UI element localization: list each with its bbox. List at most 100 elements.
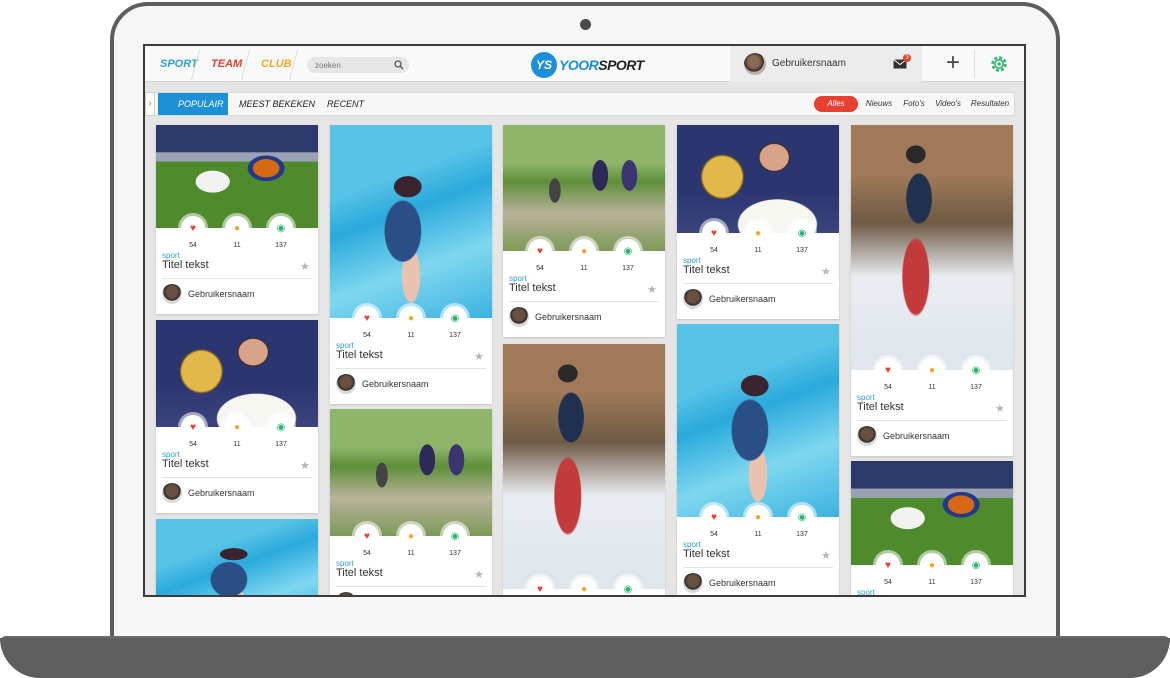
views-button[interactable]: ◉ bbox=[964, 553, 988, 577]
post-title[interactable]: Titel tekst bbox=[683, 548, 730, 560]
views-button[interactable]: ◉ bbox=[616, 577, 640, 595]
like-button[interactable]: ♥ bbox=[355, 524, 379, 548]
author-name[interactable]: Gebruikersnaam bbox=[709, 578, 776, 588]
post-image[interactable] bbox=[330, 409, 492, 536]
comment-button[interactable]: ● bbox=[225, 216, 249, 240]
filter-resultaten[interactable]: Resultaten bbox=[968, 96, 1012, 112]
post-image[interactable] bbox=[330, 125, 492, 318]
post-title[interactable]: Titel tekst bbox=[336, 567, 383, 579]
post-image[interactable] bbox=[677, 125, 839, 233]
comment-button[interactable]: ● bbox=[225, 415, 249, 439]
search-input[interactable] bbox=[307, 57, 387, 73]
sidebar-toggle[interactable]: › bbox=[145, 92, 155, 116]
filter-alles[interactable]: Alles bbox=[814, 96, 858, 112]
post-image[interactable] bbox=[851, 125, 1013, 370]
like-button[interactable]: ♥ bbox=[528, 239, 552, 263]
views-button[interactable]: ◉ bbox=[790, 505, 814, 529]
views-button[interactable]: ◉ bbox=[269, 216, 293, 240]
comment-button[interactable]: ● bbox=[572, 239, 596, 263]
favorite-star-icon[interactable]: ★ bbox=[300, 459, 310, 472]
post-card[interactable]: ♥54●11◉137sport bbox=[156, 519, 318, 595]
post-title[interactable]: Titel tekst bbox=[857, 401, 904, 413]
post-image[interactable] bbox=[677, 324, 839, 517]
author-avatar[interactable] bbox=[162, 284, 182, 304]
post-card[interactable]: ♥54●11◉137sportTitel tekst★Gebruikersnaa… bbox=[156, 125, 318, 314]
post-category[interactable]: sport bbox=[857, 588, 875, 595]
favorite-star-icon[interactable]: ★ bbox=[647, 283, 657, 296]
post-title[interactable]: Titel tekst bbox=[162, 458, 209, 470]
author-avatar[interactable] bbox=[857, 426, 877, 446]
post-title[interactable]: Titel tekst bbox=[509, 282, 556, 294]
comment-button[interactable]: ● bbox=[572, 577, 596, 595]
like-button[interactable]: ♥ bbox=[528, 577, 552, 595]
author-avatar[interactable] bbox=[336, 592, 356, 595]
comment-button[interactable]: ● bbox=[920, 553, 944, 577]
views-button[interactable]: ◉ bbox=[269, 415, 293, 439]
add-button[interactable]: + bbox=[942, 46, 964, 82]
post-card[interactable]: ♥54●11◉137sportTitel tekst★Gebruikersnaa… bbox=[330, 409, 492, 595]
user-avatar[interactable] bbox=[744, 53, 766, 75]
favorite-star-icon[interactable]: ★ bbox=[300, 260, 310, 273]
favorite-star-icon[interactable]: ★ bbox=[474, 350, 484, 363]
author-avatar[interactable] bbox=[509, 307, 529, 327]
post-card[interactable]: ♥54●11◉137sportTitel tekst★Gebruikersnaa… bbox=[677, 324, 839, 595]
favorite-star-icon[interactable]: ★ bbox=[821, 549, 831, 562]
favorite-star-icon[interactable]: ★ bbox=[995, 402, 1005, 415]
views-button[interactable]: ◉ bbox=[790, 221, 814, 245]
like-button[interactable]: ♥ bbox=[181, 216, 205, 240]
author-avatar[interactable] bbox=[683, 573, 703, 593]
views-button[interactable]: ◉ bbox=[964, 358, 988, 382]
author-name[interactable]: Gebruikersnaam bbox=[883, 431, 950, 441]
like-button[interactable]: ♥ bbox=[702, 221, 726, 245]
filter-fotos[interactable]: Foto's bbox=[900, 96, 928, 112]
views-button[interactable]: ◉ bbox=[616, 239, 640, 263]
post-card[interactable]: ♥54●11◉137sportTitel tekst★Gebruikersnaa… bbox=[677, 125, 839, 319]
user-name[interactable]: Gebruikersnaam bbox=[772, 46, 846, 82]
user-menu[interactable]: Gebruikersnaam 3 bbox=[730, 46, 922, 82]
author-avatar[interactable] bbox=[336, 374, 356, 394]
post-card[interactable]: ♥54●11◉137sport bbox=[503, 344, 665, 595]
like-button[interactable]: ♥ bbox=[876, 553, 900, 577]
comment-button[interactable]: ● bbox=[399, 306, 423, 330]
author-name[interactable]: Gebruikersnaam bbox=[709, 294, 776, 304]
tab-recent[interactable]: RECENT bbox=[327, 93, 377, 115]
comment-button[interactable]: ● bbox=[746, 505, 770, 529]
like-button[interactable]: ♥ bbox=[181, 415, 205, 439]
author-name[interactable]: Gebruikersnaam bbox=[188, 488, 255, 498]
author-name[interactable]: Gebruikersnaam bbox=[362, 379, 429, 389]
post-image[interactable] bbox=[156, 519, 318, 595]
post-image[interactable] bbox=[503, 125, 665, 251]
like-button[interactable]: ♥ bbox=[702, 505, 726, 529]
tab-team[interactable]: TEAM bbox=[211, 46, 242, 82]
views-button[interactable]: ◉ bbox=[443, 306, 467, 330]
tab-meest-bekeken[interactable]: MEEST BEKEKEN bbox=[239, 93, 319, 115]
post-image[interactable] bbox=[851, 461, 1013, 565]
post-title[interactable]: Titel tekst bbox=[857, 596, 904, 597]
post-card[interactable]: ♥54●11◉137sportTitel tekst★Gebruikersnaa… bbox=[851, 461, 1013, 597]
post-card[interactable]: ♥54●11◉137sportTitel tekst★Gebruikersnaa… bbox=[156, 320, 318, 513]
yoorsport-logo[interactable]: YS YOORSPORT bbox=[531, 51, 644, 79]
tab-club[interactable]: CLUB bbox=[261, 46, 292, 82]
tab-populair[interactable]: POPULAIR bbox=[158, 93, 228, 115]
post-title[interactable]: Titel tekst bbox=[683, 264, 730, 276]
author-avatar[interactable] bbox=[683, 289, 703, 309]
post-card[interactable]: ♥54●11◉137sportTitel tekst★Gebruikersnaa… bbox=[330, 125, 492, 404]
views-button[interactable]: ◉ bbox=[443, 524, 467, 548]
post-image[interactable] bbox=[503, 344, 665, 589]
comment-button[interactable]: ● bbox=[746, 221, 770, 245]
post-card[interactable]: ♥54●11◉137sportTitel tekst★Gebruikersnaa… bbox=[851, 125, 1013, 456]
author-avatar[interactable] bbox=[162, 483, 182, 503]
comment-button[interactable]: ● bbox=[920, 358, 944, 382]
search-icon[interactable] bbox=[394, 60, 404, 70]
post-title[interactable]: Titel tekst bbox=[336, 349, 383, 361]
author-name[interactable]: Gebruikersnaam bbox=[188, 289, 255, 299]
post-image[interactable] bbox=[156, 125, 318, 228]
post-card[interactable]: ♥54●11◉137sportTitel tekst★Gebruikersnaa… bbox=[503, 125, 665, 337]
author-name[interactable]: Gebruikersnaam bbox=[535, 312, 602, 322]
gear-icon[interactable] bbox=[989, 54, 1009, 74]
filter-videos[interactable]: Video's bbox=[932, 96, 964, 112]
comment-button[interactable]: ● bbox=[399, 524, 423, 548]
filter-nieuws[interactable]: Nieuws bbox=[864, 96, 894, 112]
post-title[interactable]: Titel tekst bbox=[162, 259, 209, 271]
favorite-star-icon[interactable]: ★ bbox=[474, 568, 484, 581]
